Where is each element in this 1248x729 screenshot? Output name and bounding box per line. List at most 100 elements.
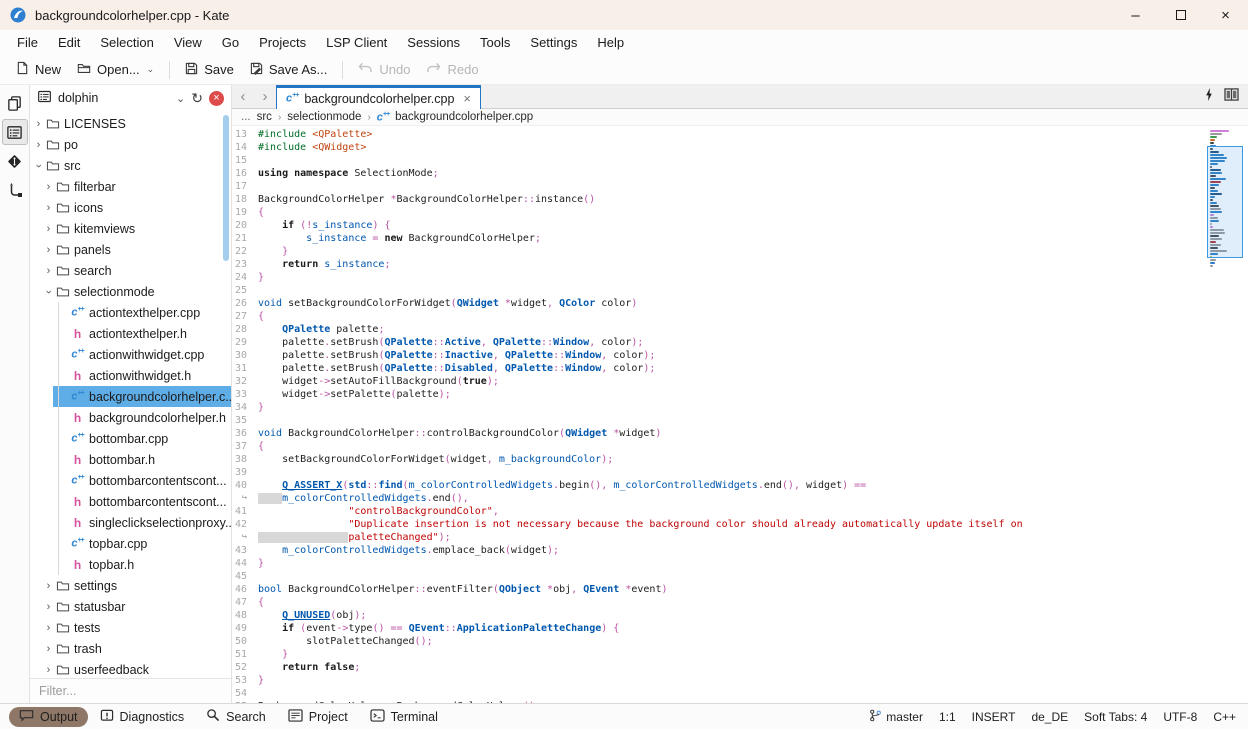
- tree-item-panels[interactable]: ›panels: [30, 239, 231, 260]
- breadcrumb-item[interactable]: selectionmode: [287, 111, 361, 123]
- close-button[interactable]: ×: [1203, 0, 1248, 30]
- breadcrumb-item[interactable]: backgroundcolorhelper.cpp: [395, 111, 533, 123]
- search-toolview-button[interactable]: Search: [196, 706, 276, 727]
- tree-item-trash[interactable]: ›trash: [30, 638, 231, 659]
- tree-item-body[interactable]: ›src: [33, 155, 85, 176]
- tree-item-actionwithwidget-cpp[interactable]: c++actionwithwidget.cpp: [30, 344, 231, 365]
- minimap-viewport[interactable]: [1207, 146, 1243, 258]
- output-toolview-button[interactable]: Output: [9, 707, 88, 727]
- tree-item-body[interactable]: ›po: [33, 134, 82, 155]
- sidebar-symbols-icon[interactable]: [2, 177, 28, 203]
- tree-item-body[interactable]: ›trash: [43, 638, 106, 659]
- tab-close-icon[interactable]: ×: [463, 91, 471, 106]
- tree-item-body[interactable]: c++bottombar.cpp: [53, 428, 172, 449]
- tree-item-src[interactable]: ›src: [30, 155, 231, 176]
- code-editor[interactable]: 13#include <QPalette>14#include <QWidget…: [232, 126, 1248, 703]
- tree-item-bottombar-h[interactable]: hbottombar.h: [30, 449, 231, 470]
- save-button[interactable]: Save: [177, 58, 242, 82]
- menu-projects[interactable]: Projects: [249, 32, 316, 53]
- tree-item-body[interactable]: hsingleclickselectionproxy...: [53, 512, 231, 533]
- close-panel-icon[interactable]: ×: [209, 91, 224, 106]
- lightning-icon[interactable]: [1205, 88, 1213, 106]
- tree-item-licenses[interactable]: ›LICENSES: [30, 113, 231, 134]
- tree-item-body[interactable]: hactiontexthelper.h: [53, 323, 191, 344]
- tree-item-body[interactable]: c++topbar.cpp: [53, 533, 151, 554]
- tree-item-body[interactable]: ›search: [43, 260, 116, 281]
- breadcrumb-item[interactable]: src: [257, 111, 272, 123]
- menu-sessions[interactable]: Sessions: [397, 32, 470, 53]
- tree-item-search[interactable]: ›search: [30, 260, 231, 281]
- status-branch[interactable]: master: [869, 709, 923, 725]
- diagnostics-toolview-button[interactable]: Diagnostics: [90, 707, 195, 727]
- expand-icon[interactable]: ›: [43, 202, 54, 214]
- tree-item-tests[interactable]: ›tests: [30, 617, 231, 638]
- project-toolview-button[interactable]: Project: [278, 707, 358, 727]
- menu-help[interactable]: Help: [587, 32, 634, 53]
- expand-icon[interactable]: ›: [43, 181, 54, 193]
- tree-item-statusbar[interactable]: ›statusbar: [30, 596, 231, 617]
- tree-item-selectionmode[interactable]: ›selectionmode: [30, 281, 231, 302]
- back-icon[interactable]: ‹: [232, 84, 254, 108]
- tree-item-actiontexthelper-h[interactable]: hactiontexthelper.h: [30, 323, 231, 344]
- tree-item-body[interactable]: ›statusbar: [43, 596, 129, 617]
- status-tab-settings[interactable]: Soft Tabs: 4: [1084, 710, 1147, 724]
- tree-item-body[interactable]: c++backgroundcolorhelper.c...: [53, 386, 231, 407]
- sidebar-project-list-icon[interactable]: [2, 119, 28, 145]
- tree-item-po[interactable]: ›po: [30, 134, 231, 155]
- forward-icon[interactable]: ›: [254, 84, 276, 108]
- menu-edit[interactable]: Edit: [48, 32, 90, 53]
- tree-item-bottombarcontentscont-[interactable]: c++bottombarcontentscont...: [30, 470, 231, 491]
- menu-view[interactable]: View: [164, 32, 212, 53]
- expand-icon[interactable]: ›: [43, 622, 54, 634]
- status-input-mode[interactable]: INSERT: [972, 710, 1016, 724]
- tree-item-body[interactable]: ›selectionmode: [43, 281, 159, 302]
- new-button[interactable]: New: [8, 57, 69, 82]
- tree-item-body[interactable]: hbackgroundcolorhelper.h: [53, 407, 230, 428]
- tree-item-body[interactable]: ›LICENSES: [33, 113, 130, 134]
- split-view-icon[interactable]: [1224, 88, 1239, 106]
- tree-item-body[interactable]: hbottombar.h: [53, 449, 159, 470]
- redo-button[interactable]: Redo: [418, 58, 486, 81]
- minimize-button[interactable]: –: [1113, 0, 1158, 30]
- tree-item-icons[interactable]: ›icons: [30, 197, 231, 218]
- tree-item-backgroundcolorhelper-h[interactable]: hbackgroundcolorhelper.h: [30, 407, 231, 428]
- tree-item-bottombarcontentscont-[interactable]: hbottombarcontentscont...: [30, 491, 231, 512]
- menu-go[interactable]: Go: [212, 32, 249, 53]
- tree-item-body[interactable]: htopbar.h: [53, 554, 138, 575]
- tree-item-body[interactable]: c++actiontexthelper.cpp: [53, 302, 204, 323]
- refresh-icon[interactable]: ↻: [191, 90, 203, 107]
- breadcrumb-ellipsis[interactable]: ...: [241, 111, 251, 123]
- tree-item-actiontexthelper-cpp[interactable]: c++actiontexthelper.cpp: [30, 302, 231, 323]
- status-dictionary[interactable]: de_DE: [1031, 710, 1068, 724]
- menu-selection[interactable]: Selection: [90, 32, 163, 53]
- tree-item-settings[interactable]: ›settings: [30, 575, 231, 596]
- sidebar-documents-icon[interactable]: [2, 90, 28, 116]
- minimap-scrollbar[interactable]: [1210, 130, 1240, 268]
- tree-item-body[interactable]: ›kitemviews: [43, 218, 139, 239]
- tree-item-body[interactable]: ›userfeedback: [43, 659, 153, 678]
- expand-icon[interactable]: ›: [43, 601, 54, 613]
- chevron-down-icon[interactable]: ⌄: [147, 64, 155, 75]
- expand-icon[interactable]: ›: [43, 223, 54, 235]
- terminal-toolview-button[interactable]: Terminal: [360, 707, 448, 727]
- save-as-button[interactable]: Save As...: [242, 58, 336, 82]
- tree-item-singleclickselectionproxy-[interactable]: hsingleclickselectionproxy...: [30, 512, 231, 533]
- tree-item-body[interactable]: ›settings: [43, 575, 121, 596]
- expand-icon[interactable]: ›: [33, 139, 44, 151]
- status-cursor-position[interactable]: 1:1: [939, 710, 956, 724]
- expand-icon[interactable]: ›: [43, 664, 54, 676]
- maximize-button[interactable]: [1158, 0, 1203, 30]
- tree-item-backgroundcolorhelper-c-[interactable]: c++backgroundcolorhelper.c...: [30, 386, 231, 407]
- tree-item-body[interactable]: ›filterbar: [43, 176, 120, 197]
- tree-item-bottombar-cpp[interactable]: c++bottombar.cpp: [30, 428, 231, 449]
- tree-item-body[interactable]: c++bottombarcontentscont...: [53, 470, 231, 491]
- open-button[interactable]: Open...⌄: [69, 58, 162, 82]
- tree-scrollbar[interactable]: [223, 115, 229, 261]
- tree-item-filterbar[interactable]: ›filterbar: [30, 176, 231, 197]
- tree-item-actionwithwidget-h[interactable]: hactionwithwidget.h: [30, 365, 231, 386]
- tab-backgroundcolorhelper[interactable]: c++ backgroundcolorhelper.cpp ×: [276, 85, 481, 109]
- tree-item-userfeedback[interactable]: ›userfeedback: [30, 659, 231, 678]
- undo-button[interactable]: Undo: [350, 58, 418, 81]
- expand-icon[interactable]: ›: [43, 244, 54, 256]
- menu-file[interactable]: File: [7, 32, 48, 53]
